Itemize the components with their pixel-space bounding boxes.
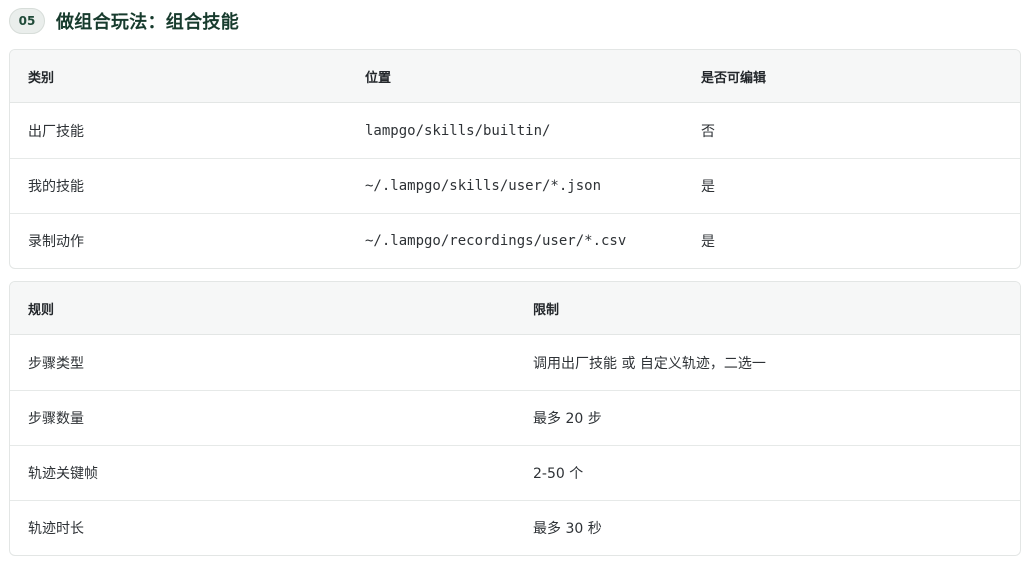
location-cell: lampgo/skills/builtin/ [365,122,551,139]
rules-limits-table: 规则 限制 步骤类型 调用出厂技能 或 自定义轨迹，二选一 步骤数量 最多 20… [9,281,1021,556]
limit-cell: 最多 20 步 [533,411,602,427]
table-header-row: 类别 位置 是否可编辑 [10,50,1020,103]
column-header-limit: 限制 [533,302,560,318]
editable-cell: 否 [701,123,715,140]
rule-cell: 步骤数量 [28,411,84,427]
table-row: 轨迹关键帧 2-50 个 [10,445,1020,500]
rule-cell: 轨迹关键帧 [28,466,98,482]
editable-cell: 是 [701,234,715,250]
table-row: 步骤类型 调用出厂技能 或 自定义轨迹，二选一 [10,335,1020,390]
limit-cell: 2-50 个 [533,466,584,482]
column-header-category: 类别 [28,70,55,86]
section-header: 05 做组合玩法：组合技能 [9,7,239,35]
table-row: 轨迹时长 最多 30 秒 [10,500,1020,555]
section-number-badge: 05 [9,8,45,34]
skills-location-table: 类别 位置 是否可编辑 出厂技能 lampgo/skills/builtin/ … [9,49,1021,269]
editable-cell: 是 [701,179,715,195]
column-header-location: 位置 [365,70,392,86]
column-header-rule: 规则 [28,302,55,318]
limit-cell: 最多 30 秒 [533,521,602,537]
category-cell: 录制动作 [28,234,84,250]
category-cell: 出厂技能 [28,123,84,140]
table-header-row: 规则 限制 [10,282,1020,335]
category-cell: 我的技能 [28,179,84,195]
rule-cell: 步骤类型 [28,355,84,372]
rule-cell: 轨迹时长 [28,521,84,537]
location-cell: ~/.lampgo/skills/user/*.json [365,178,602,194]
table-row: 步骤数量 最多 20 步 [10,390,1020,445]
section-title: 做组合玩法：组合技能 [56,12,239,33]
table-row: 我的技能 ~/.lampgo/skills/user/*.json 是 [10,158,1020,213]
table-row: 出厂技能 lampgo/skills/builtin/ 否 [10,103,1020,158]
column-header-editable: 是否可编辑 [701,70,767,86]
table-row: 录制动作 ~/.lampgo/recordings/user/*.csv 是 [10,213,1020,268]
limit-cell: 调用出厂技能 或 自定义轨迹，二选一 [533,355,766,372]
location-cell: ~/.lampgo/recordings/user/*.csv [365,233,627,249]
